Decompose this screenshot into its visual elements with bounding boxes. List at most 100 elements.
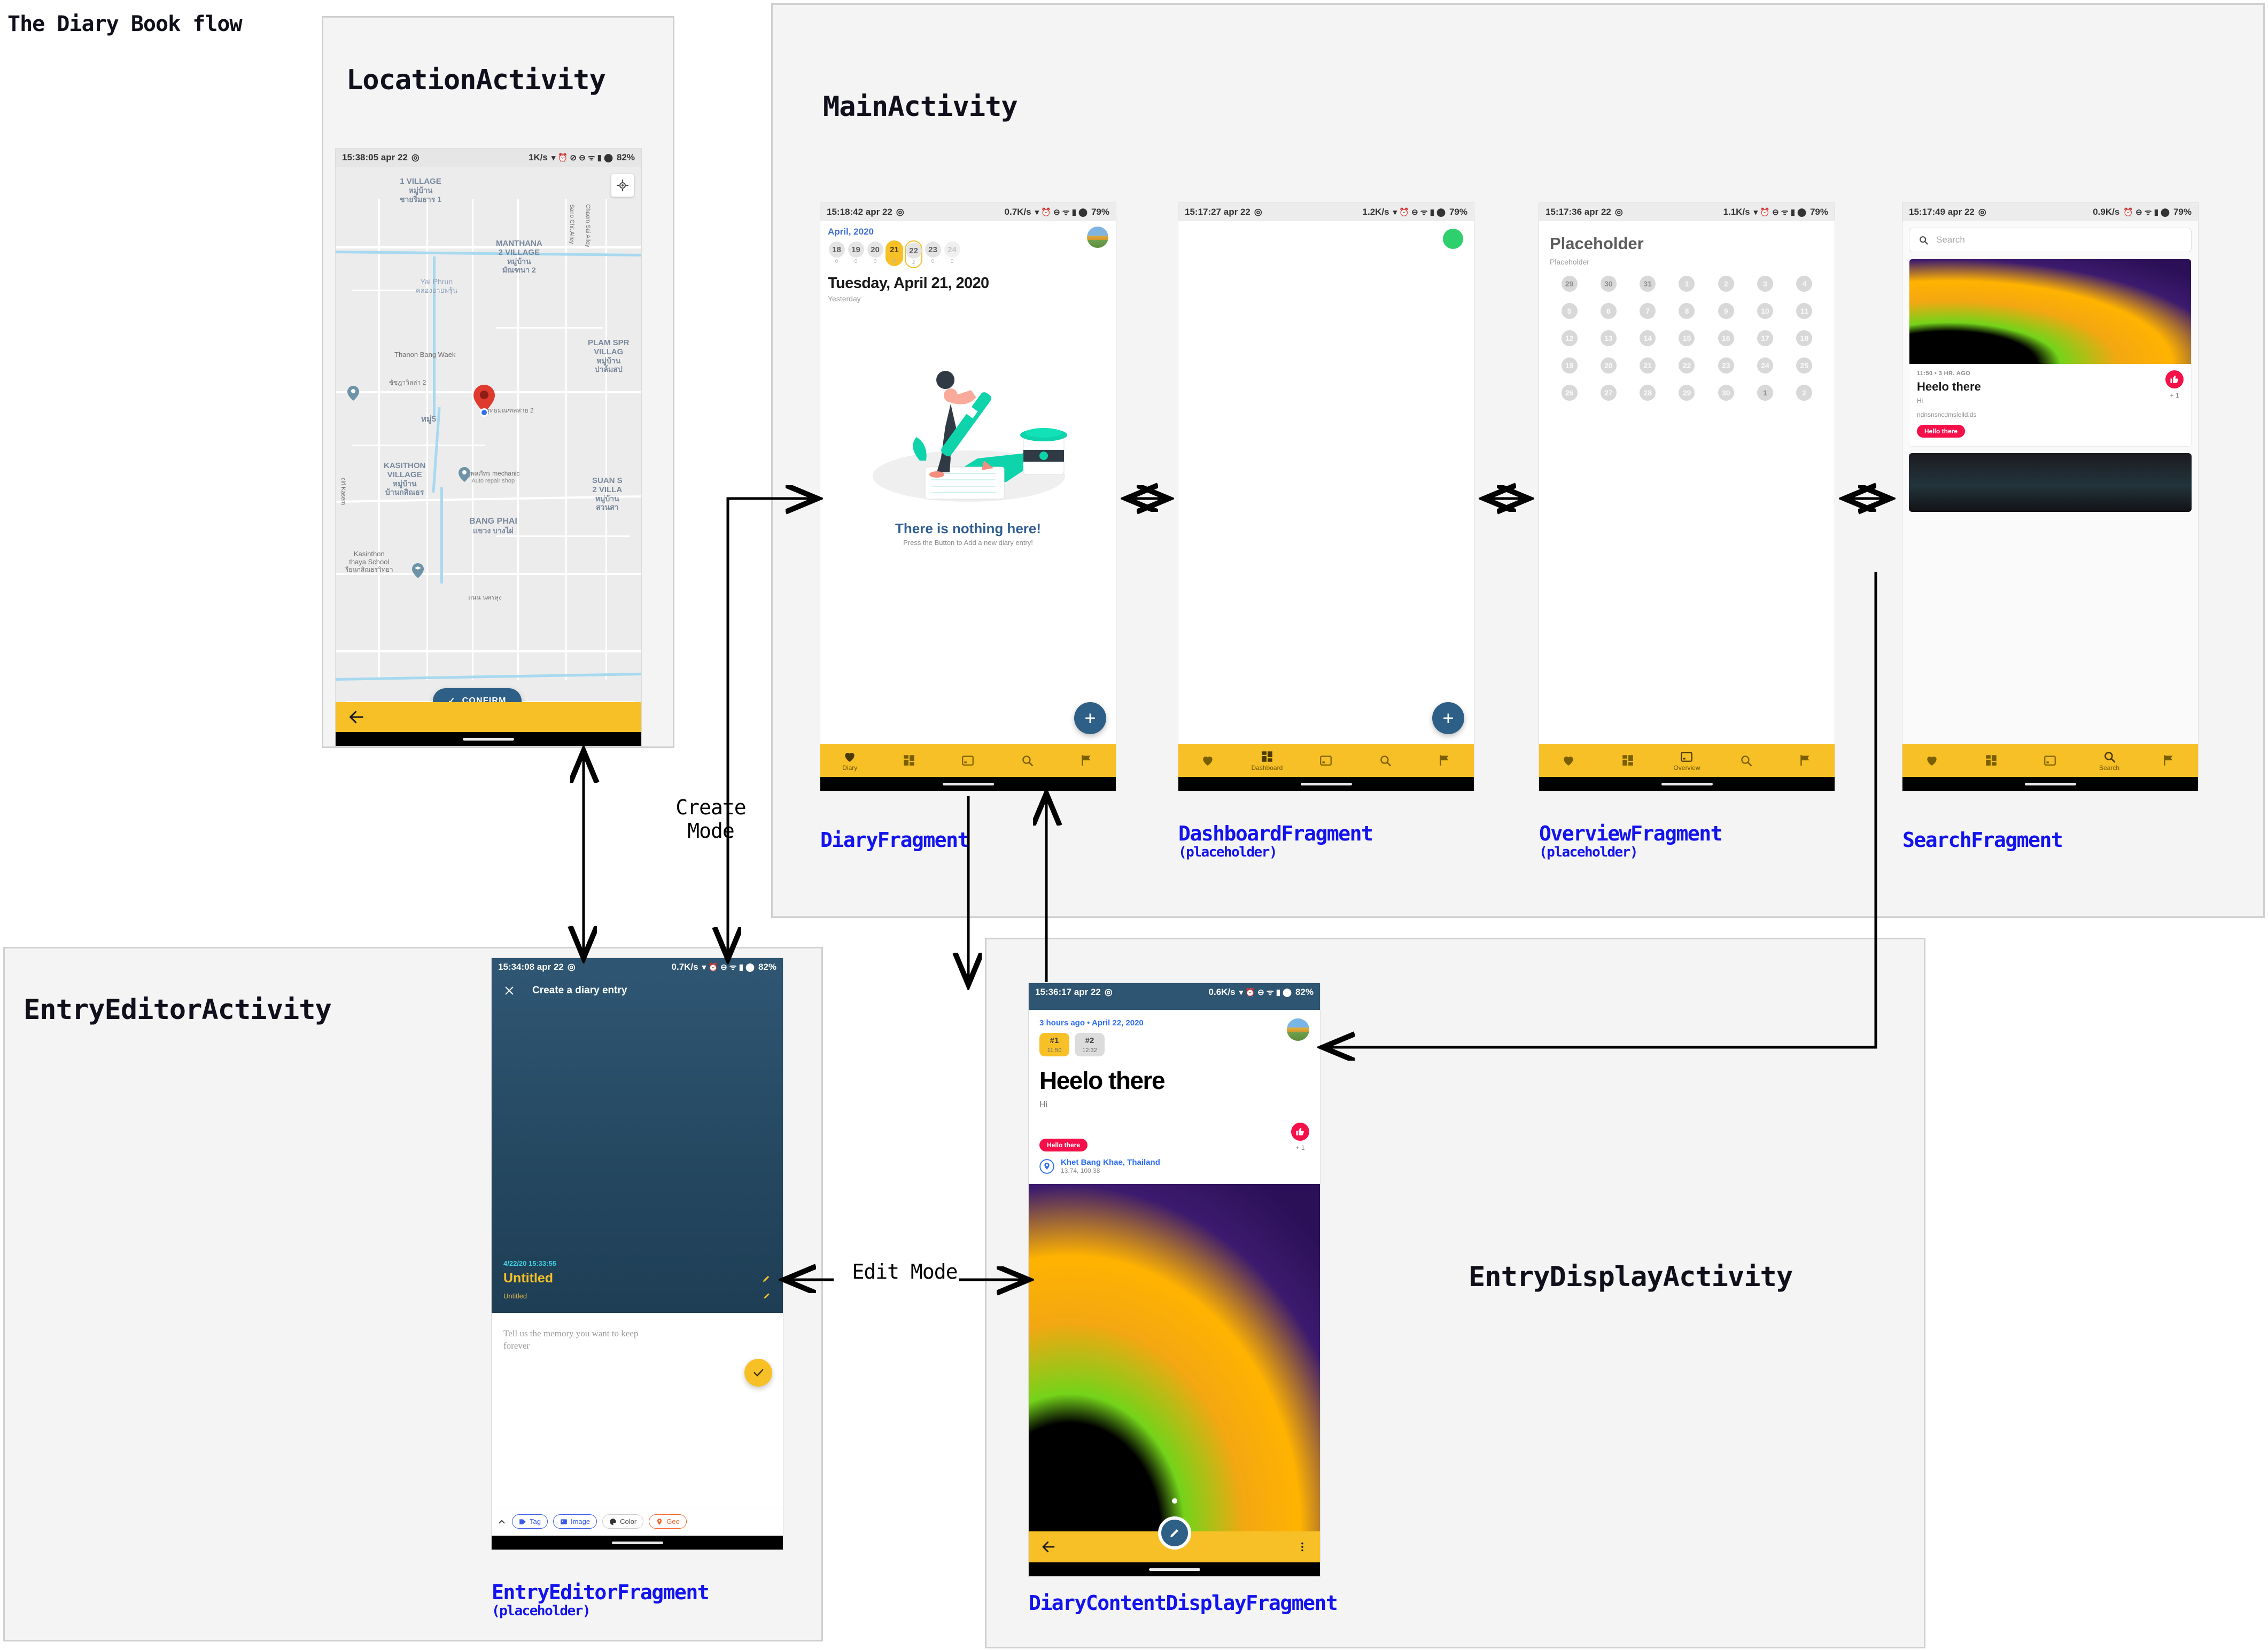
nav-item-diary[interactable] <box>1178 753 1238 768</box>
result-tag-chip[interactable]: Hello there <box>1917 425 1966 438</box>
overflow-menu-icon[interactable] <box>1296 1541 1308 1553</box>
nav-item-diary[interactable]: Diary <box>820 750 880 772</box>
back-arrow-icon[interactable] <box>347 708 366 726</box>
calendar-cell[interactable]: 12 <box>1550 330 1589 346</box>
nav-item-diary[interactable] <box>1902 753 1962 768</box>
calendar-cell[interactable]: 7 <box>1628 303 1667 319</box>
chevron-up-icon[interactable] <box>497 1517 507 1527</box>
calendar-cell[interactable]: 18 <box>1785 330 1824 346</box>
entry-tag-chip[interactable]: Hello there <box>1039 1139 1088 1151</box>
day-cell[interactable]: 20 0 <box>866 240 884 266</box>
nav-item-dashboard[interactable]: Dashboard <box>1238 750 1297 772</box>
day-cell[interactable]: 18 0 <box>828 240 845 266</box>
calendar-cell[interactable]: 3 <box>1745 276 1784 292</box>
calendar-cell[interactable]: 24 <box>1745 357 1784 373</box>
confirm-location-button[interactable]: ✓ CONFIRM <box>433 688 522 702</box>
calendar-cell[interactable]: 30 <box>1589 276 1628 292</box>
close-icon[interactable] <box>503 985 515 997</box>
calendar-cell[interactable]: 2 <box>1706 276 1745 292</box>
pencil-icon[interactable] <box>763 1291 771 1300</box>
day-strip[interactable]: 18 0 19 0 20 0 21 0 22 2 23 0 24 0 <box>828 240 1087 268</box>
day-cell-selected[interactable]: 21 0 <box>886 240 903 266</box>
nav-item-overview[interactable] <box>938 753 998 768</box>
calendar-cell[interactable]: 23 <box>1706 357 1745 373</box>
nav-item-search[interactable] <box>1716 753 1776 768</box>
second-result-thumbnail[interactable] <box>1909 453 2192 512</box>
nav-item-overview[interactable] <box>1296 753 1356 768</box>
calendar-cell[interactable]: 21 <box>1628 357 1667 373</box>
nav-item-dashboard[interactable] <box>1962 753 2021 768</box>
save-entry-fab[interactable] <box>744 1359 772 1387</box>
home-pill[interactable] <box>942 782 994 785</box>
calendar-cell[interactable]: 29 <box>1667 385 1706 401</box>
calendar-cell[interactable]: 17 <box>1745 330 1784 346</box>
nav-item-flag[interactable] <box>2139 753 2198 768</box>
nav-item-overview[interactable]: Overview <box>1657 750 1716 772</box>
pencil-icon[interactable] <box>762 1274 771 1283</box>
bottom-navigation[interactable]: Search <box>1902 744 2198 777</box>
entry-subtitle-value[interactable]: Untitled <box>503 1292 527 1300</box>
calendar-cell[interactable]: 28 <box>1628 385 1667 401</box>
calendar-cell[interactable]: 14 <box>1628 330 1667 346</box>
add-entry-fab[interactable]: + <box>1074 702 1106 734</box>
calendar-cell[interactable]: 4 <box>1785 276 1824 292</box>
like-button[interactable] <box>2165 370 2184 388</box>
calendar-cell[interactable]: 25 <box>1785 357 1824 373</box>
home-pill[interactable] <box>611 1541 663 1544</box>
calendar-cell[interactable]: 22 <box>1667 357 1706 373</box>
avatar[interactable] <box>1287 1018 1309 1041</box>
editor-tool-chipbar[interactable]: Tag Image Color Geo <box>492 1507 783 1536</box>
chip-image[interactable]: Image <box>553 1514 597 1529</box>
nav-item-search[interactable] <box>1356 753 1415 768</box>
nav-item-flag[interactable] <box>1057 753 1116 768</box>
entry-tab-2[interactable]: #2 12:32 <box>1075 1033 1105 1056</box>
home-pill[interactable] <box>1148 1568 1200 1571</box>
calendar-cell[interactable]: 8 <box>1667 303 1706 319</box>
day-cell[interactable]: 24 0 <box>943 240 961 266</box>
bottom-navigation[interactable]: Overview <box>1539 744 1835 777</box>
calendar-cell[interactable]: 9 <box>1706 303 1745 319</box>
nav-item-search[interactable]: Search <box>2080 750 2139 772</box>
bottom-navigation[interactable]: Diary <box>820 744 1116 777</box>
calendar-cell[interactable]: 13 <box>1589 330 1628 346</box>
calendar-cell[interactable]: 16 <box>1706 330 1745 346</box>
calendar-cell[interactable]: 31 <box>1628 276 1667 292</box>
entry-body-placeholder[interactable]: Tell us the memory you want to keep fore… <box>503 1328 664 1352</box>
nav-item-flag[interactable] <box>1415 753 1474 768</box>
calendar-cell[interactable]: 2 <box>1785 385 1824 401</box>
google-map[interactable]: 1 VILLAGE หมู่บ้าน ชายริ่มธาร 1 MANTHANA 2 … <box>336 167 641 702</box>
home-pill[interactable] <box>2024 782 2076 785</box>
nav-item-search[interactable] <box>998 753 1057 768</box>
calendar-cell[interactable]: 20 <box>1589 357 1628 373</box>
nav-item-diary[interactable] <box>1539 753 1598 768</box>
calendar-cell[interactable]: 5 <box>1550 303 1589 319</box>
my-location-button[interactable] <box>611 174 634 197</box>
nav-item-dashboard[interactable] <box>880 753 939 768</box>
calendar-cell[interactable]: 27 <box>1589 385 1628 401</box>
entry-title-value[interactable]: Untitled <box>503 1271 553 1286</box>
add-entry-fab[interactable]: + <box>1432 702 1464 734</box>
calendar-cell[interactable]: 1 <box>1667 276 1706 292</box>
chip-tag[interactable]: Tag <box>512 1514 548 1529</box>
edit-entry-fab[interactable] <box>1158 1516 1191 1550</box>
nav-item-dashboard[interactable] <box>1598 753 1658 768</box>
chip-geo[interactable]: Geo <box>649 1514 687 1529</box>
calendar-cell[interactable]: 11 <box>1785 303 1824 319</box>
home-pill[interactable] <box>463 737 514 741</box>
search-input[interactable]: Search <box>1909 228 2192 252</box>
back-arrow-icon[interactable] <box>1040 1539 1057 1555</box>
calendar-cell[interactable]: 10 <box>1745 303 1784 319</box>
bottom-navigation[interactable]: Dashboard <box>1178 744 1474 777</box>
day-cell[interactable]: 23 0 <box>924 240 942 266</box>
home-pill[interactable] <box>1300 782 1352 785</box>
overview-calendar-grid[interactable]: 29 30 31 1 2 3 4 5 6 7 8 9 10 11 12 13 1… <box>1550 276 1824 401</box>
chip-color[interactable]: Color <box>602 1514 644 1529</box>
day-cell[interactable]: 19 0 <box>847 240 865 266</box>
calendar-cell[interactable]: 15 <box>1667 330 1706 346</box>
calendar-cell[interactable]: 6 <box>1589 303 1628 319</box>
home-pill[interactable] <box>1661 782 1713 785</box>
calendar-cell[interactable]: 30 <box>1706 385 1745 401</box>
avatar[interactable] <box>1087 227 1108 248</box>
day-cell-today[interactable]: 22 2 <box>905 240 922 268</box>
geo-location-name[interactable]: Khet Bang Khae, Thailand <box>1061 1158 1160 1167</box>
